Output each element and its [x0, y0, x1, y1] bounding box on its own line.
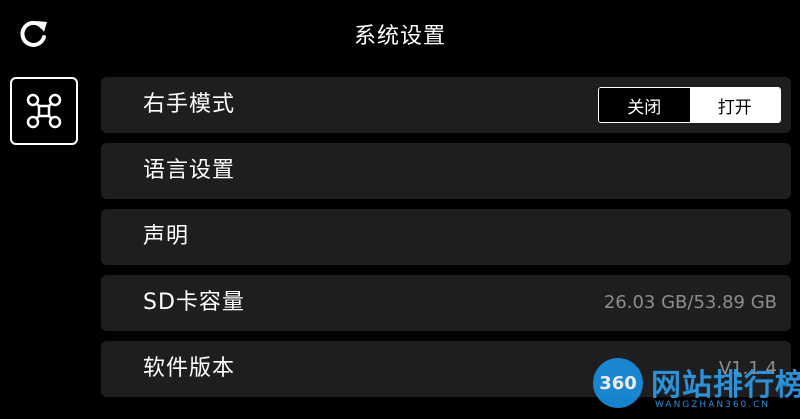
right-hand-mode-toggle[interactable]: 关闭 打开 [598, 87, 781, 123]
watermark-site: WANGZHAN360.CN [655, 400, 771, 410]
setting-row-sd-capacity[interactable]: SD卡容量 26.03 GB/53.89 GB [101, 275, 791, 331]
setting-row-right-hand-mode: 右手模式 关闭 打开 [101, 77, 791, 133]
watermark-name: 网站排行榜 [651, 368, 800, 403]
setting-label-language: 语言设置 [143, 158, 236, 183]
sd-capacity-value: 26.03 GB/53.89 GB [603, 292, 777, 313]
setting-label-statement: 声明 [143, 224, 190, 249]
watermark-logo: 360 [593, 358, 643, 408]
setting-label-sd-capacity: SD卡容量 [143, 290, 245, 315]
page-title: 系统设置 [353, 24, 446, 49]
setting-label-software-version: 软件版本 [143, 356, 236, 381]
setting-row-statement[interactable]: 声明 [101, 209, 791, 265]
setting-label-right-hand-mode: 右手模式 [143, 92, 236, 117]
drone-icon [26, 93, 62, 129]
sidebar-tab-aircraft[interactable] [10, 77, 78, 145]
watermark: 360 网站排行榜 WANGZHAN360.CN [585, 352, 800, 419]
toggle-option-off[interactable]: 关闭 [599, 88, 690, 122]
top-bar: 系统设置 [0, 0, 800, 70]
toggle-option-on[interactable]: 打开 [689, 88, 780, 122]
setting-row-language[interactable]: 语言设置 [101, 143, 791, 199]
